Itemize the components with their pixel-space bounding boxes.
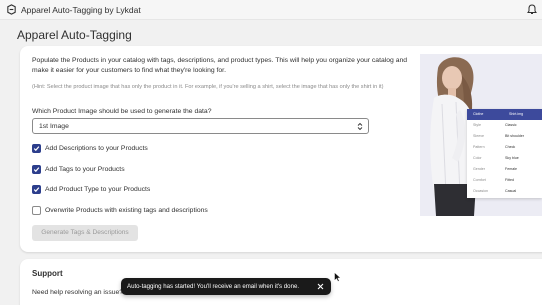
checkbox-overwrite-products[interactable]	[32, 206, 41, 215]
page-title: Apparel Auto-Tagging	[17, 28, 132, 42]
tag-key: Pattern	[473, 145, 485, 149]
tag-value: Sky blue	[505, 156, 519, 160]
tag-row: Pattern Check	[467, 142, 542, 152]
support-text: Need help resolving an issue?	[32, 289, 124, 296]
image-select-label: Which Product Image should be used to ge…	[32, 108, 212, 115]
checkbox-add-product-type[interactable]	[32, 185, 41, 194]
tag-header-right: Shirt.img	[509, 112, 524, 116]
app-title: Apparel Auto-Tagging by Lykdat	[21, 5, 141, 15]
tag-row: Color Sky blue	[467, 153, 542, 163]
tag-row: Occasion Casual	[467, 186, 542, 196]
tag-value: Casual	[505, 189, 517, 193]
tag-key: Color	[473, 156, 482, 160]
option-label: Overwrite Products with existing tags an…	[45, 207, 208, 214]
intro-description: Populate the Products in your catalog wi…	[32, 57, 408, 74]
checkbox-add-tags[interactable]	[32, 165, 41, 174]
tag-row: Gender Female	[467, 164, 542, 174]
tag-value: Bit shoulder	[505, 134, 524, 138]
tag-value: Classic	[505, 123, 517, 127]
tag-header-left: Clothe	[473, 112, 484, 116]
intro-hint: (Hint: Select the product image that has…	[32, 84, 384, 90]
app-icon	[7, 4, 16, 15]
tag-key: Comfort	[473, 178, 486, 182]
tag-key: Style	[473, 123, 481, 127]
close-icon[interactable]	[316, 282, 325, 291]
option-label: Add Tags to your Products	[45, 166, 125, 173]
tag-value: Female	[505, 167, 517, 171]
tag-key: Occasion	[473, 189, 488, 193]
preview-illustration: Clothe Shirt.img Style Classic Sleeve Bi…	[420, 54, 542, 216]
generate-tags-button[interactable]: Generate Tags & Descriptions	[32, 225, 138, 241]
checkmark-icon	[33, 167, 40, 173]
tag-result-card: Clothe Shirt.img Style Classic Sleeve Bi…	[467, 109, 542, 198]
tag-row: Style Classic	[467, 120, 542, 130]
tag-key: Gender	[473, 167, 485, 171]
tag-card-header: Clothe Shirt.img	[467, 109, 542, 120]
tag-value: Fitted	[505, 178, 514, 182]
checkmark-icon	[33, 187, 40, 193]
cursor-icon	[334, 272, 341, 282]
checkmark-icon	[33, 146, 40, 152]
option-label: Add Descriptions to your Products	[45, 145, 148, 152]
select-arrows-icon	[357, 122, 363, 131]
checkbox-add-descriptions[interactable]	[32, 144, 41, 153]
settings-card: Populate the Products in your catalog wi…	[20, 46, 542, 252]
image-select[interactable]: 1st Image	[32, 118, 369, 134]
tag-row: Comfort Fitted	[467, 175, 542, 185]
image-select-value: 1st Image	[39, 123, 69, 130]
toast-message: Auto-tagging has started! You'll receive…	[127, 283, 300, 290]
app-top-bar: Apparel Auto-Tagging by Lykdat	[0, 0, 542, 20]
option-label: Add Product Type to your Products	[45, 186, 151, 193]
tag-row: Sleeve Bit shoulder	[467, 131, 542, 141]
toast-notification: Auto-tagging has started! You'll receive…	[121, 278, 331, 295]
bell-icon[interactable]	[527, 4, 537, 15]
support-title: Support	[32, 269, 63, 278]
tag-value: Check	[505, 145, 516, 149]
tag-key: Sleeve	[473, 134, 484, 138]
